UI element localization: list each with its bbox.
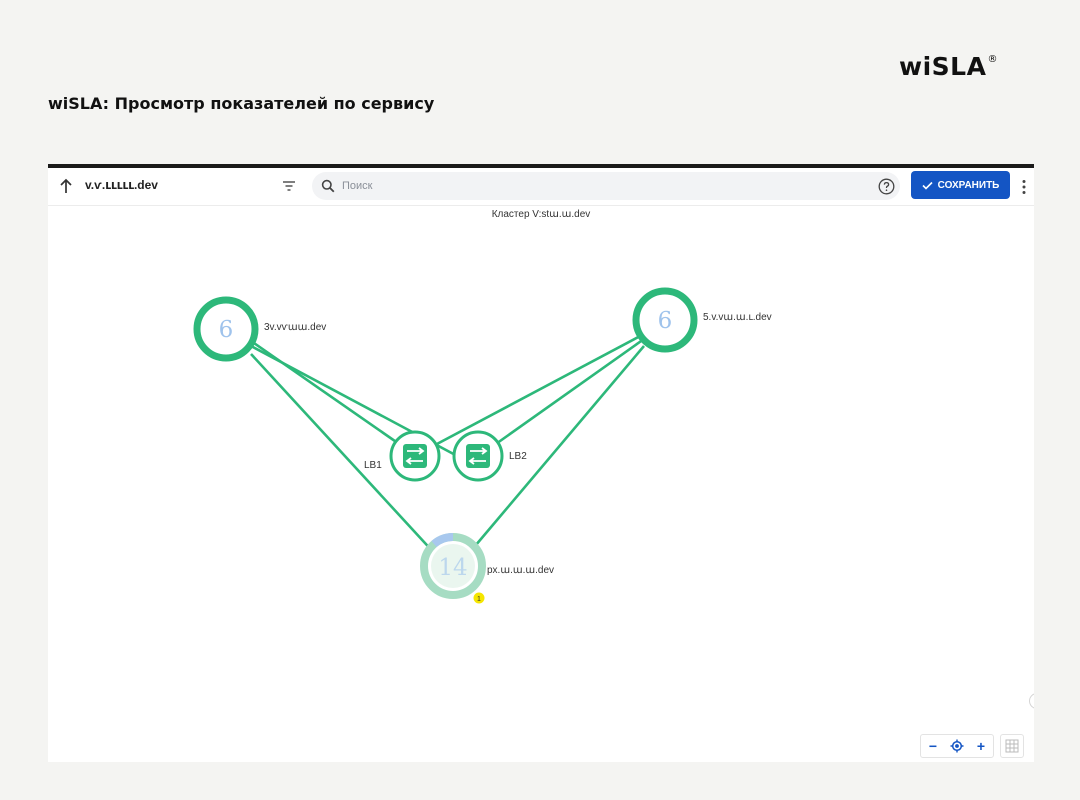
graph-edges (250, 332, 645, 556)
server-bottom-count: 14 (438, 555, 467, 581)
zoom-controls: − + (920, 734, 994, 758)
lb1-node[interactable]: LB1 (364, 430, 441, 482)
server-left-label: 3v.vѵաա.dev (264, 322, 326, 333)
app-window: v.ѵ.ւււււ.dev СОХРАНИТЬ Кластер V:stա.ա.… (48, 164, 1034, 762)
edge-right-lb2 (485, 337, 645, 453)
logo-text: wiSLA (899, 52, 987, 81)
page-title: wiSLA: Просмотр показателей по сервису (48, 94, 435, 113)
lb2-node[interactable]: LB2 (452, 430, 527, 482)
grid-icon[interactable] (1000, 734, 1024, 758)
edge-right-lb1 (419, 332, 645, 455)
locate-icon[interactable] (945, 735, 969, 757)
server-node-bottom[interactable]: 14 px.ա.ա.ա.dev 1 (420, 532, 554, 604)
lb2-label: LB2 (509, 451, 527, 462)
load-balancer-icon (466, 444, 490, 468)
topology-graph: 6 3v.vѵաա.dev 6 5.v.vա.ա.ւ.dev LB1 LB2 1… (193, 287, 772, 604)
wisla-logo: wiSLA® (899, 52, 998, 81)
server-left-count: 6 (219, 317, 234, 343)
registered-mark: ® (987, 53, 998, 65)
zoom-in-button[interactable]: + (969, 735, 993, 757)
zoom-out-button[interactable]: − (921, 735, 945, 757)
server-bottom-label: px.ա.ա.ա.dev (487, 565, 554, 576)
server-node-right[interactable]: 6 5.v.vա.ա.ւ.dev (632, 287, 772, 353)
server-right-count: 6 (658, 308, 673, 334)
lb1-label: LB1 (364, 460, 382, 471)
server-right-label: 5.v.vա.ա.ւ.dev (703, 312, 772, 323)
alert-badge: 1 (477, 596, 481, 603)
load-balancer-icon (403, 444, 427, 468)
